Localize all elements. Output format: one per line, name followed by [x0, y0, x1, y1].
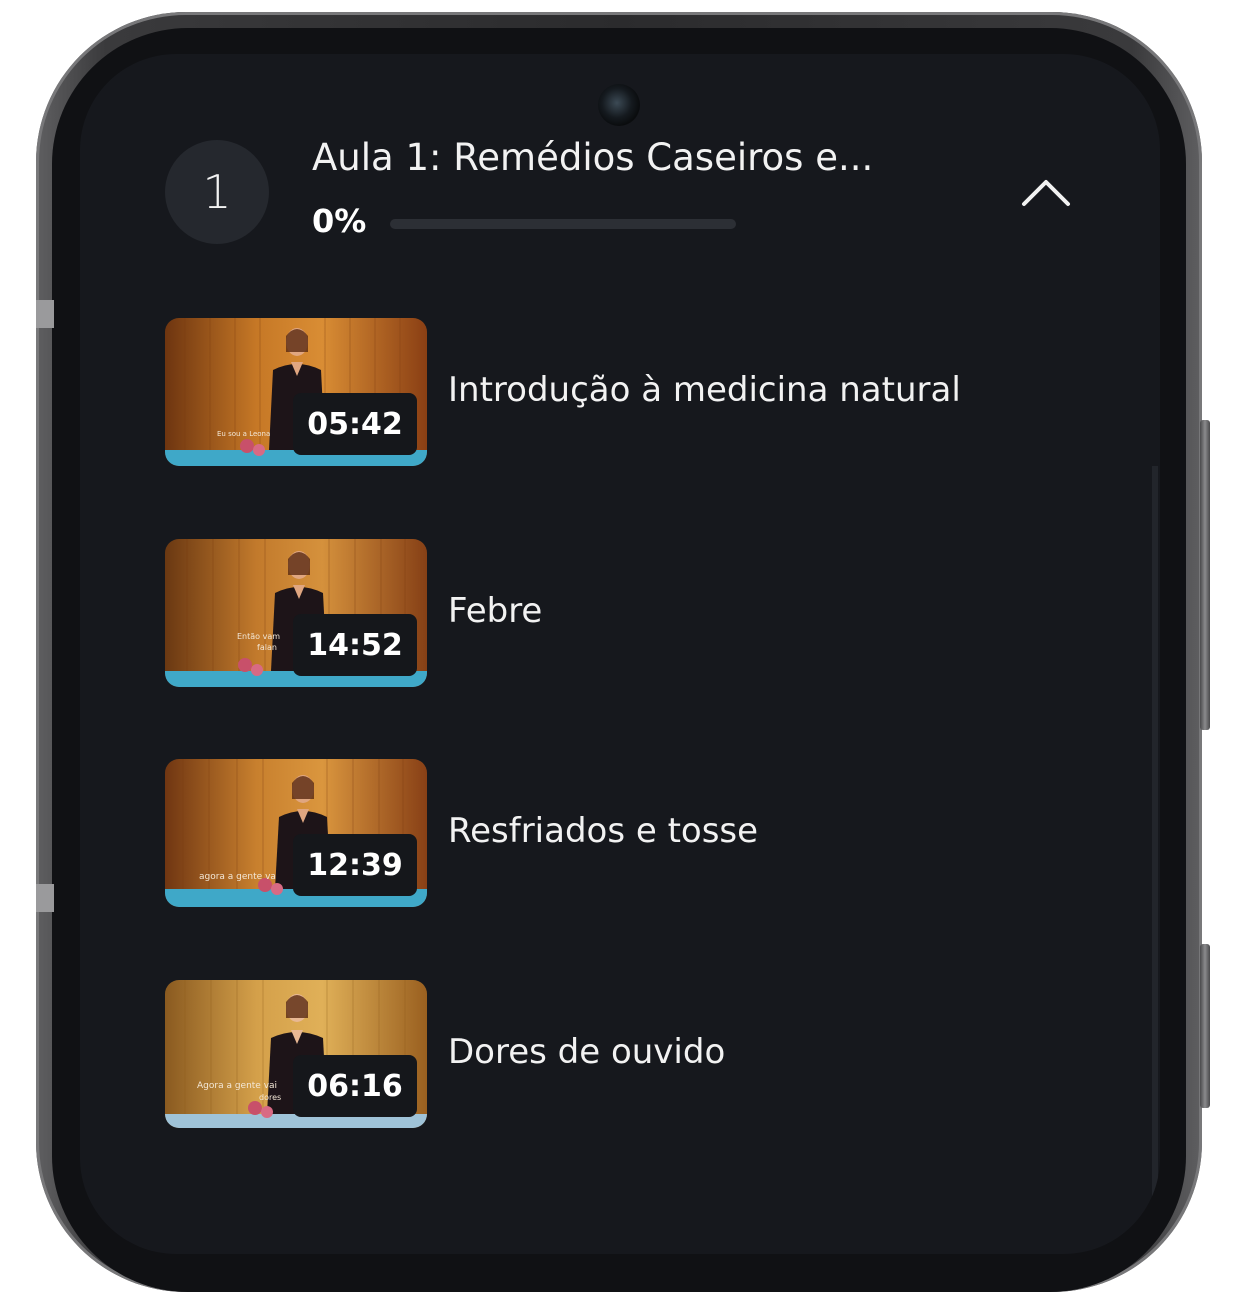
lesson-thumbnail: Agora a gente vai dores 06:16	[165, 980, 427, 1128]
duration-badge: 05:42	[293, 393, 417, 455]
lesson-title: Introdução à medicina natural	[448, 370, 961, 410]
section-title: Aula 1: Remédios Caseiros e...	[312, 136, 874, 179]
lesson-item[interactable]: agora a gente va 12:39 Resfriados e toss…	[165, 759, 1065, 907]
antenna-band	[36, 300, 54, 328]
volume-button	[1200, 420, 1210, 730]
lesson-thumbnail: Eu sou a Leona 05:42	[165, 318, 427, 466]
lesson-item[interactable]: Eu sou a Leona 05:42 Introdução à medici…	[165, 318, 1065, 466]
lesson-title: Dores de ouvido	[448, 1032, 726, 1072]
lesson-thumbnail: Então vam falan 14:52	[165, 539, 427, 687]
lesson-title: Resfriados e tosse	[448, 811, 759, 851]
svg-text:dores: dores	[259, 1093, 281, 1102]
section-header[interactable]: 1 Aula 1: Remédios Caseiros e... 0%	[80, 134, 1160, 254]
lesson-title: Febre	[448, 591, 543, 631]
lesson-thumbnail: agora a gente va 12:39	[165, 759, 427, 907]
duration-badge: 14:52	[293, 614, 417, 676]
section-number-badge: 1	[165, 140, 269, 244]
section-progress-bar	[390, 219, 736, 229]
svg-text:Eu sou a Leona: Eu sou a Leona	[217, 430, 270, 438]
duration-badge: 06:16	[293, 1055, 417, 1117]
app-screen: 1 Aula 1: Remédios Caseiros e... 0% Eu s…	[80, 54, 1160, 1254]
svg-text:agora a gente va: agora a gente va	[199, 872, 276, 882]
front-camera	[598, 84, 640, 126]
duration-badge: 12:39	[293, 834, 417, 896]
svg-text:falan: falan	[257, 643, 277, 652]
power-button	[1200, 944, 1210, 1108]
svg-text:Agora a gente vai: Agora a gente vai	[197, 1081, 277, 1091]
section-progress-percent: 0%	[312, 202, 367, 240]
svg-text:Então vam: Então vam	[237, 632, 280, 641]
lesson-item[interactable]: Então vam falan 14:52 Febre	[165, 539, 1065, 687]
lesson-item[interactable]: Agora a gente vai dores 06:16 Dores de o…	[165, 980, 1065, 1128]
antenna-band	[36, 884, 54, 912]
collapse-section-button[interactable]	[1018, 172, 1074, 212]
list-scrollbar[interactable]	[1152, 466, 1158, 1254]
chevron-up-icon	[1022, 180, 1070, 206]
